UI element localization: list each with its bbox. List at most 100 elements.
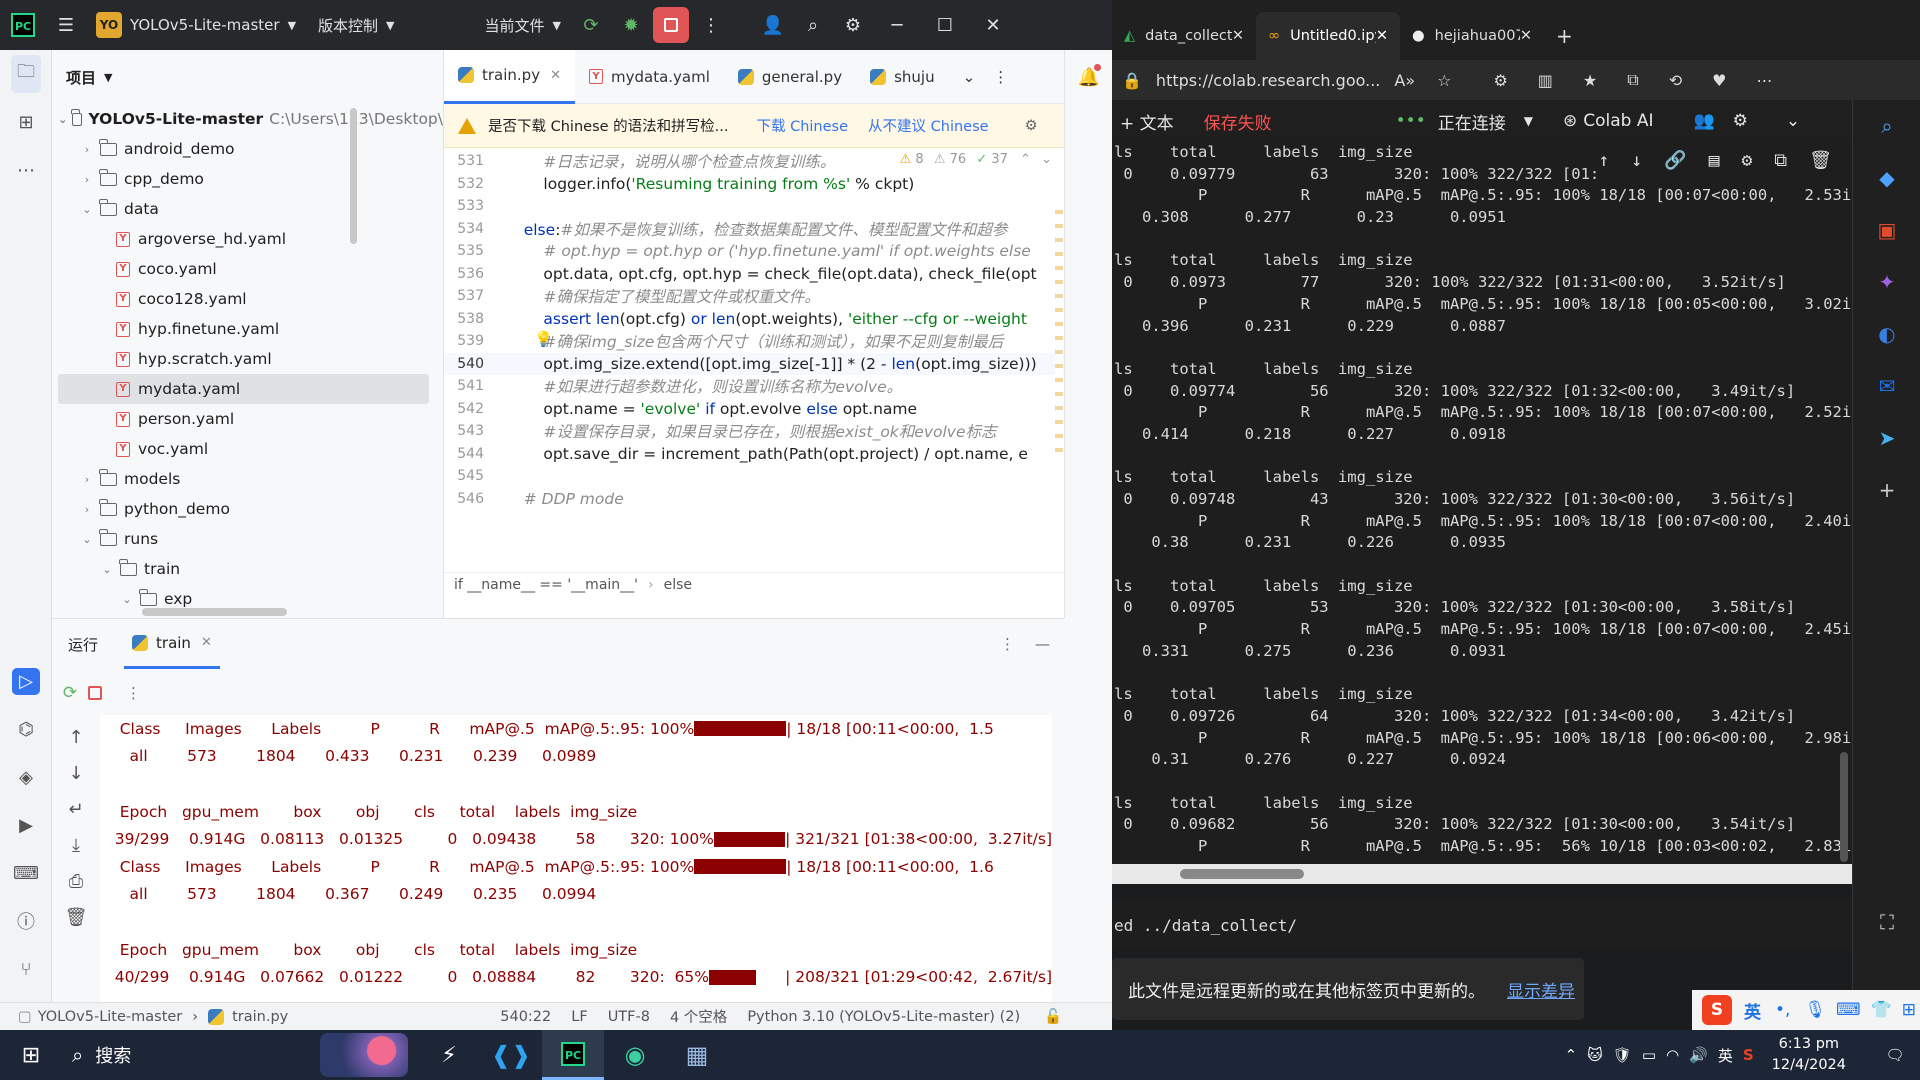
output-hscroll[interactable] xyxy=(1112,864,1852,884)
scroll-up-icon[interactable]: ↑ xyxy=(52,719,100,755)
add-user-icon[interactable]: 👤 xyxy=(753,0,793,50)
tray-security-icon[interactable]: 🛡 xyxy=(1613,1046,1632,1064)
url-field[interactable]: https://colab.research.goo... xyxy=(1156,71,1380,90)
sidebar-add-icon[interactable]: + xyxy=(1853,464,1920,516)
debug-icon[interactable]: ✹ xyxy=(611,0,651,50)
tray-overflow-icon[interactable]: ⌃ xyxy=(1565,1046,1578,1064)
close-icon[interactable]: ✕ xyxy=(201,635,212,650)
run-config-selector[interactable]: 当前文件 ▼ xyxy=(485,0,561,50)
tree-item[interactable]: Yperson.yaml xyxy=(58,404,443,434)
split-screen-icon[interactable]: ▥ xyxy=(1538,71,1553,90)
tree-item[interactable]: Ymydata.yaml xyxy=(58,374,429,404)
maximize-window-icon[interactable]: ☐ xyxy=(925,0,965,50)
run-tab-train[interactable]: train ✕ xyxy=(124,619,220,669)
delete-cell-icon[interactable]: 🗑 xyxy=(1809,150,1832,171)
tree-item[interactable]: Ycoco.yaml xyxy=(58,254,443,284)
ime-mic-icon[interactable]: 🎙 xyxy=(1804,1000,1826,1020)
ime-language-label[interactable]: 英 xyxy=(1744,998,1761,1023)
status-project[interactable]: YOLOv5-Lite-master xyxy=(38,1009,183,1025)
search-highlight-image[interactable] xyxy=(320,1033,408,1077)
close-icon[interactable]: ✕ xyxy=(1520,28,1532,44)
sidebar-search-icon[interactable]: ⌕ xyxy=(1853,100,1920,152)
lightbulb-icon[interactable]: 💡 xyxy=(534,330,553,348)
status-position[interactable]: 540:22 xyxy=(500,1009,551,1025)
new-tab-button[interactable]: + xyxy=(1544,12,1585,60)
notification-center-icon[interactable]: 🗨 xyxy=(1870,1030,1920,1080)
status-encoding[interactable]: UTF-8 xyxy=(608,1009,650,1025)
project-pane-vscroll[interactable] xyxy=(350,108,357,244)
open-in-tab-icon[interactable]: ⧉ xyxy=(1774,150,1787,171)
trash-icon[interactable]: 🗑 xyxy=(52,899,100,935)
move-up-icon[interactable]: ↑ xyxy=(1598,150,1609,171)
python-console-button[interactable]: ⌬ xyxy=(0,705,52,753)
search-icon[interactable]: ⌕ xyxy=(793,0,833,50)
sidebar-tag-icon[interactable]: ◆ xyxy=(1853,152,1920,204)
editor-tab[interactable]: train.py ✕ xyxy=(444,49,575,104)
cell-settings-icon[interactable]: ⚙ xyxy=(1741,150,1752,171)
tree-item[interactable]: › models xyxy=(58,464,443,494)
output-vscroll[interactable] xyxy=(1840,752,1848,862)
sidebar-send-icon[interactable]: ➤ xyxy=(1853,412,1920,464)
close-icon[interactable]: ✕ xyxy=(1232,28,1244,44)
taskbar-search[interactable]: ⌕ 搜索 xyxy=(62,1030,320,1080)
browser-tab[interactable]: ◭ data_collect - ✕ xyxy=(1112,12,1256,60)
collections-icon[interactable]: ⧉ xyxy=(1627,70,1638,90)
tray-battery-icon[interactable]: ▭ xyxy=(1642,1046,1656,1064)
hscroll-thumb[interactable] xyxy=(1180,869,1304,879)
breadcrumb-item[interactable]: else xyxy=(664,577,692,593)
rerun-icon[interactable]: ⟳ xyxy=(571,0,611,50)
tree-item[interactable]: Yargoverse_hd.yaml xyxy=(58,224,443,254)
taskbar-app-vscode-icon[interactable]: ❰❱ xyxy=(480,1030,542,1080)
python-packages-button[interactable]: ◈ xyxy=(0,753,52,801)
read-aloud-icon[interactable]: A» xyxy=(1394,71,1415,90)
ime-punct-icon[interactable]: •, xyxy=(1775,1000,1790,1020)
structure-tool-button[interactable]: ⊞ xyxy=(0,98,52,146)
chevron-down-icon[interactable]: ▼ xyxy=(1524,114,1533,128)
print-icon[interactable]: ⎙ xyxy=(52,863,100,899)
stop-button[interactable] xyxy=(651,0,691,50)
settings-gear-icon[interactable]: ⚙ xyxy=(1733,111,1748,131)
tree-item[interactable]: › python_demo xyxy=(58,494,443,524)
taskbar-app-pycharm-icon[interactable]: PC xyxy=(542,1030,604,1080)
sidebar-screenshot-icon[interactable]: ⛶ xyxy=(1853,896,1920,948)
run-tool-button[interactable]: ▷ xyxy=(0,657,52,705)
extensions-icon[interactable]: ⚙ xyxy=(1493,71,1507,90)
notifications-bell-icon[interactable]: 🔔 xyxy=(1065,50,1113,104)
add-text-button[interactable]: + 文本 xyxy=(1120,109,1174,134)
gear-icon[interactable]: ⚙ xyxy=(1025,118,1038,134)
tray-sogou-icon[interactable]: S xyxy=(1743,1046,1754,1064)
chevron-down-icon[interactable]: ⌄ xyxy=(963,68,976,86)
settings-gear-icon[interactable]: ⚙ xyxy=(833,0,873,50)
sidebar-copilot-icon[interactable]: ◐ xyxy=(1853,308,1920,360)
more-options-icon[interactable]: ⋮ xyxy=(126,684,141,702)
tree-item[interactable]: Yhyp.scratch.yaml xyxy=(58,344,443,374)
git-button[interactable]: ⑂ xyxy=(0,945,52,993)
save-status[interactable]: 保存失败 xyxy=(1204,109,1272,134)
sidebar-games-icon[interactable]: ✦ xyxy=(1853,256,1920,308)
sidebar-toolbox-icon[interactable]: ▣ xyxy=(1853,204,1920,256)
history-icon[interactable]: ⟲ xyxy=(1669,71,1682,90)
taskbar-app-terminal-icon[interactable]: ⚡ xyxy=(418,1030,480,1080)
connect-status[interactable]: 正在连接 xyxy=(1438,109,1506,134)
tree-item[interactable]: ⌄ data xyxy=(58,194,443,224)
favorite-star-icon[interactable]: ☆ xyxy=(1437,71,1451,90)
collapse-chevron-icon[interactable]: ⌄ xyxy=(1786,111,1800,131)
browser-tab[interactable]: ● hejiahua007/y✕ xyxy=(1400,12,1544,60)
colab-cell-output[interactable]: ↑ ↓ 🔗 ▤ ⚙ ⧉ 🗑 ls total labels img_size 0… xyxy=(1112,142,1852,864)
status-interpreter[interactable]: Python 3.10 (YOLOv5-Lite-master) (2) xyxy=(747,1009,1020,1025)
tray-language[interactable]: 英 xyxy=(1718,1045,1733,1066)
tree-item[interactable]: ⌄ runs xyxy=(58,524,443,554)
project-pane-hscroll[interactable] xyxy=(142,608,287,616)
performance-icon[interactable]: ♥ xyxy=(1712,71,1726,90)
tree-item[interactable]: › cpp_demo xyxy=(58,164,443,194)
scroll-down-icon[interactable]: ↓ xyxy=(52,755,100,791)
tree-item[interactable]: Yvoc.yaml xyxy=(58,434,443,464)
minimize-panel-icon[interactable]: — xyxy=(1035,635,1050,653)
comment-icon[interactable]: ▤ xyxy=(1709,150,1720,171)
terminal-button[interactable]: ⌨ xyxy=(0,849,52,897)
show-diff-link[interactable]: 显示差异 xyxy=(1507,977,1575,1002)
tree-item[interactable]: ⌄ train xyxy=(58,554,443,584)
ime-keyboard-icon[interactable]: ⌨ xyxy=(1836,1000,1861,1020)
scroll-to-end-icon[interactable]: ⤓ xyxy=(52,827,100,863)
more-menu-icon[interactable]: ⋯ xyxy=(1756,71,1772,90)
